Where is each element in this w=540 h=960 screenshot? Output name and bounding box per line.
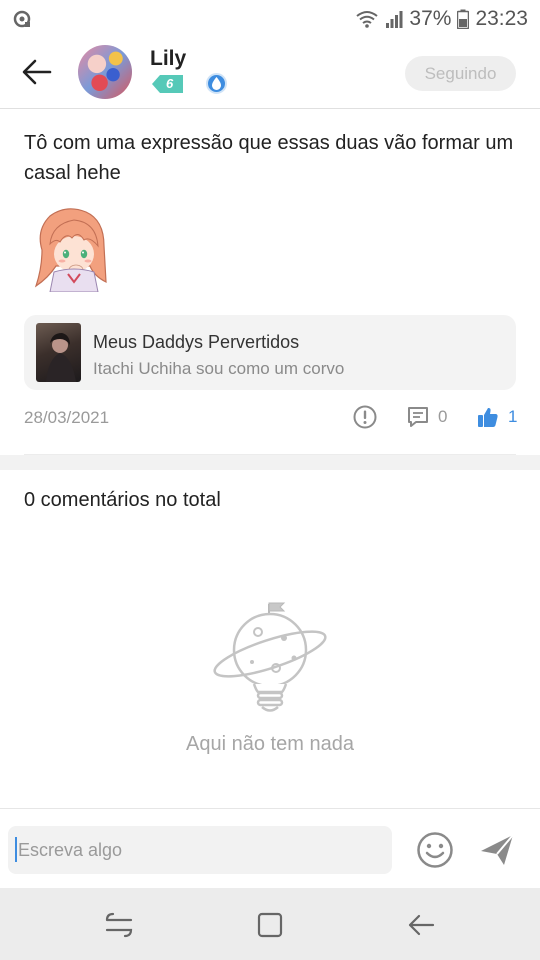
wifi-icon [356, 11, 379, 28]
home-icon [257, 912, 283, 938]
planet-lightbulb-icon [213, 602, 327, 712]
comments-title: 0 comentários no total [24, 489, 221, 511]
record-icon [13, 10, 31, 28]
home-button[interactable] [255, 910, 285, 940]
follow-button[interactable]: Seguindo [405, 56, 516, 91]
status-left [12, 9, 32, 29]
empty-state-text: Aqui não tem nada [186, 733, 354, 755]
android-nav-bar [0, 888, 540, 960]
battery-percent: 37% [409, 7, 452, 30]
clock: 23:23 [475, 7, 528, 30]
level-number: 6 [152, 75, 184, 93]
comment-input-bar [0, 808, 540, 888]
like-count: 1 [508, 407, 518, 426]
text-caret [15, 837, 17, 862]
header: Lily 6 Seguindo [0, 38, 540, 109]
community-card[interactable]: Meus Daddys Pervertidos Itachi Uchiha so… [24, 315, 516, 390]
post-text: Tô com uma expressão que essas duas vão … [24, 132, 514, 184]
recent-apps-button[interactable] [104, 910, 134, 940]
username[interactable]: Lily [150, 47, 186, 71]
signal-icon [386, 11, 403, 28]
section-separator [0, 455, 540, 470]
avatar[interactable] [78, 45, 132, 99]
post-meta: 28/03/2021 0 1 [24, 400, 517, 436]
alert-icon [353, 405, 377, 429]
community-name: Meus Daddys Pervertidos [93, 332, 300, 352]
comment-icon [408, 407, 428, 427]
send-button[interactable] [478, 831, 516, 869]
like-button[interactable]: 1 [477, 404, 517, 430]
nav-back-button[interactable] [406, 910, 436, 940]
comment-button[interactable]: 0 [406, 404, 447, 430]
title-badge-icon [206, 73, 227, 94]
level-badge: 6 [152, 74, 184, 94]
status-right: 37% 23:23 [355, 7, 528, 31]
report-button[interactable] [352, 404, 378, 430]
battery-icon [457, 9, 470, 29]
recent-apps-icon [105, 912, 133, 938]
comment-count: 0 [438, 407, 448, 426]
back-arrow-icon [408, 914, 435, 936]
comment-input[interactable] [8, 826, 392, 874]
thumbs-up-icon [478, 407, 498, 427]
community-thumbnail [36, 323, 81, 382]
status-bar: 37% 23:23 [0, 0, 540, 38]
community-description: Itachi Uchiha sou como um corvo [93, 359, 345, 378]
smiley-icon [417, 832, 453, 868]
back-button[interactable] [18, 54, 56, 90]
anime-girl-sticker [34, 208, 107, 292]
post-date: 28/03/2021 [24, 408, 110, 427]
emoji-button[interactable] [416, 831, 454, 869]
arrow-left-icon [22, 59, 52, 85]
send-icon [481, 834, 514, 865]
